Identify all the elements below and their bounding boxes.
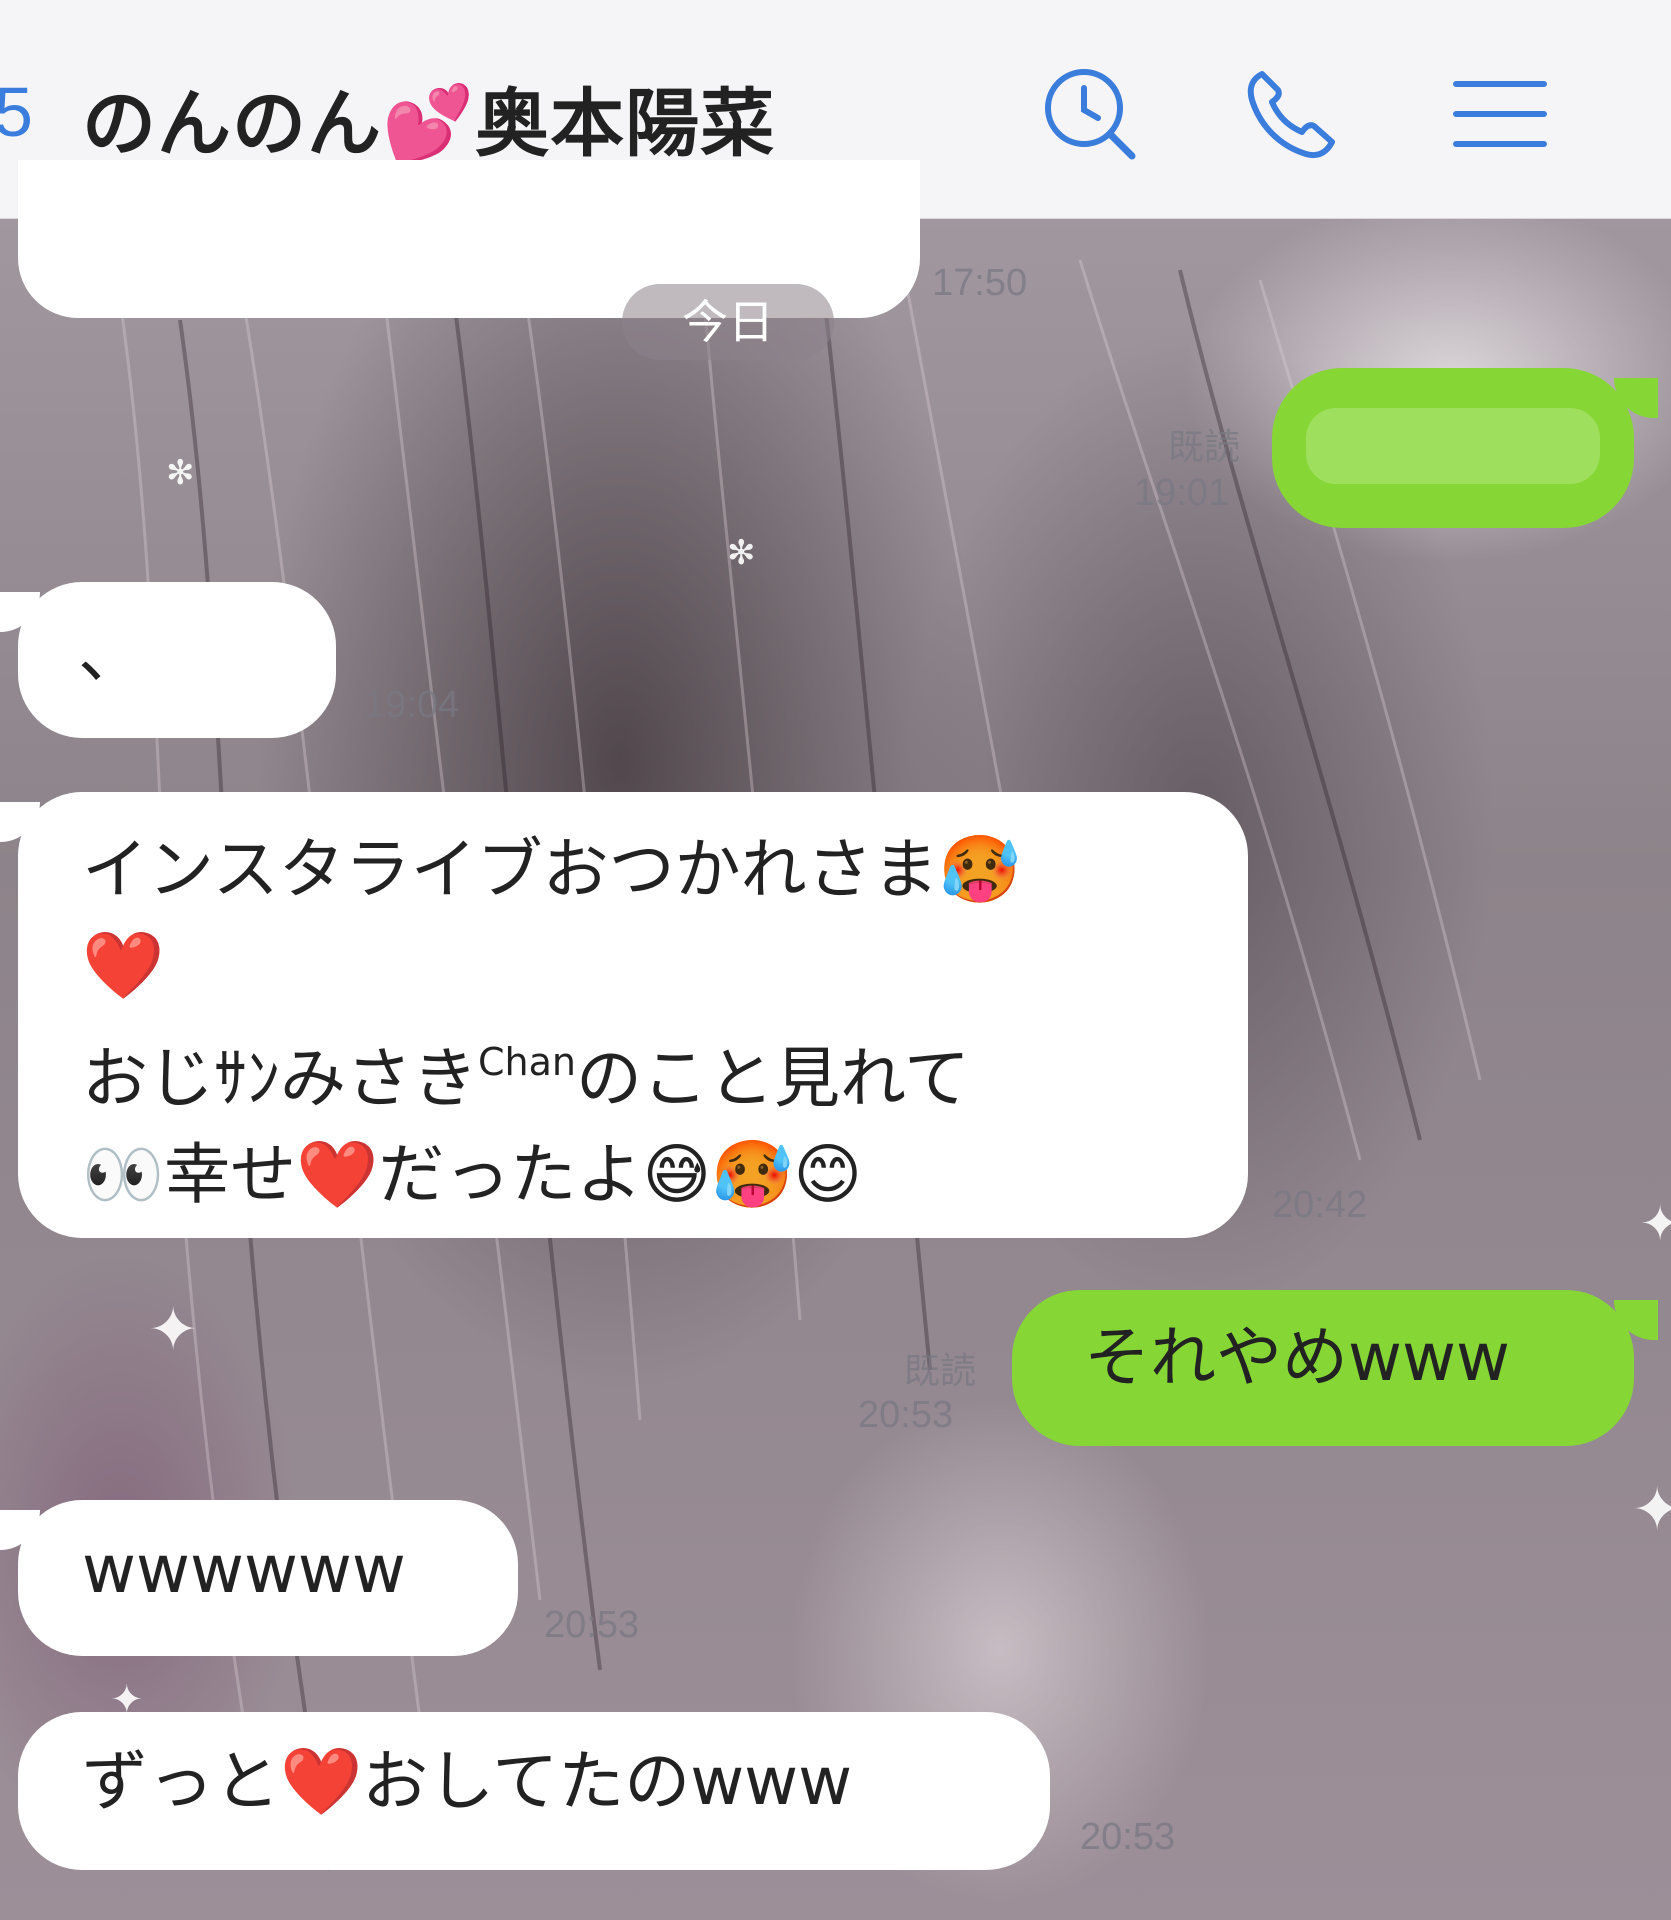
incoming-message-bubble[interactable]: 、 — [18, 582, 336, 738]
message-line: インスタライブおつかれさま🥵 — [82, 831, 1021, 908]
message-timestamp: 20:53 — [544, 1604, 640, 1646]
chat-title: のんのん💕奥本陽菜 — [82, 81, 776, 167]
message-timestamp: 19:01 — [1134, 472, 1230, 514]
date-separator: 今日 — [622, 284, 834, 360]
read-receipt: 既読 — [1168, 427, 1241, 468]
outgoing-message-bubble[interactable]: それやめwww — [1012, 1290, 1634, 1446]
incoming-message-bubble[interactable]: インスタライブおつかれさま🥵 ❤️ おじｻﾝみさきChanのこと見れて 👀幸せ❤… — [18, 792, 1248, 1238]
message-timestamp: 20:53 — [858, 1394, 954, 1436]
message-timestamp: 20:53 — [1080, 1816, 1176, 1858]
message-timestamp: 17:50 — [932, 262, 1028, 304]
sparkle-decoration: ✦ — [1640, 1196, 1671, 1252]
sparkle-decoration: ✦ — [1632, 1475, 1671, 1545]
message-line: ❤️ — [82, 927, 165, 1004]
message-text: 、 — [78, 615, 144, 692]
message-timestamp: 19:04 — [364, 684, 460, 726]
redacted-content — [1306, 408, 1600, 484]
message-superscript: Chan — [478, 1040, 576, 1084]
message-line-text: のこと見れて — [576, 1040, 971, 1117]
message-text: ずっと❤️おしてたのwww — [82, 1743, 853, 1820]
phone-icon[interactable] — [1240, 64, 1340, 164]
message-line-text: おじｻﾝみさき — [82, 1040, 478, 1117]
message-timestamp: 20:42 — [1272, 1184, 1368, 1226]
menu-icon[interactable] — [1450, 64, 1550, 164]
sparkle-decoration: ✻ — [727, 533, 756, 573]
sparkle-decoration: ✦ — [148, 1295, 199, 1365]
message-text: それやめwww — [1084, 1319, 1510, 1396]
incoming-message-bubble[interactable]: wwwwww — [18, 1500, 518, 1656]
history-search-icon[interactable] — [1040, 64, 1140, 164]
outgoing-message-bubble[interactable] — [1272, 368, 1634, 528]
back-unread-count[interactable]: 5 — [0, 72, 33, 152]
message-text: wwwwww — [82, 1531, 406, 1608]
message-line: おじｻﾝみさきChanのこと見れて — [82, 1014, 1248, 1127]
message-line: 👀幸せ❤️だったよ😅🥵😊 — [82, 1136, 863, 1213]
read-receipt: 既読 — [904, 1351, 977, 1392]
incoming-message-bubble[interactable]: ずっと❤️おしてたのwww — [18, 1712, 1050, 1870]
sparkle-decoration: ✻ — [166, 453, 195, 493]
